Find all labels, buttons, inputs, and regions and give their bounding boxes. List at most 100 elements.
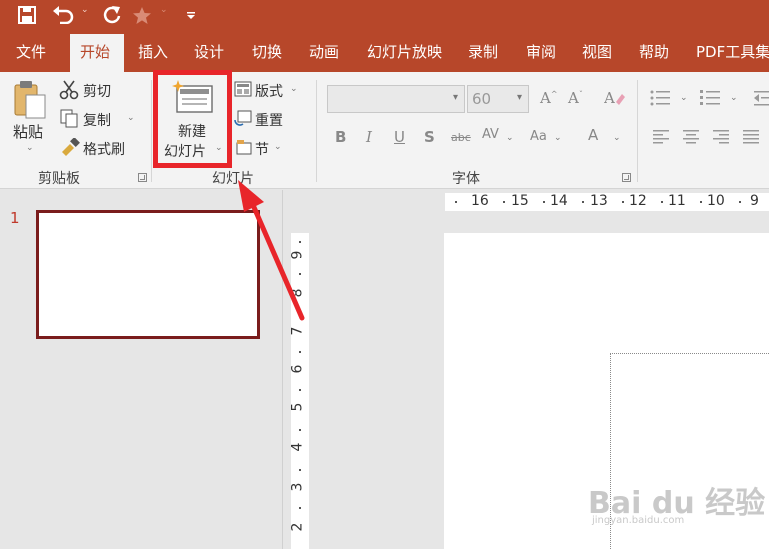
save-button[interactable] bbox=[14, 0, 40, 30]
cut-icon[interactable] bbox=[59, 80, 79, 104]
tab-insert[interactable]: 插入 bbox=[128, 34, 178, 72]
tab-record[interactable]: 录制 bbox=[458, 34, 508, 72]
watermark: Bai du 经验 jingyan.baidu.com bbox=[588, 478, 765, 526]
copy-button[interactable]: 复制 bbox=[83, 110, 111, 130]
customize-qat-icon bbox=[187, 12, 195, 19]
font-color-dropdown-icon[interactable]: ⌄ bbox=[613, 133, 621, 143]
font-name-dropdown-icon[interactable]: ▾ bbox=[453, 92, 458, 103]
cut-button[interactable]: 剪切 bbox=[83, 81, 111, 101]
tab-transitions[interactable]: 切换 bbox=[242, 34, 292, 72]
horizontal-ruler: 16 15 14 13 12 11 10 9 bbox=[445, 193, 769, 211]
strikethrough-icon[interactable]: abc bbox=[451, 131, 471, 144]
layout-icon[interactable] bbox=[234, 81, 252, 101]
character-spacing-dropdown-icon[interactable]: ⌄ bbox=[506, 133, 514, 143]
undo-button[interactable] bbox=[50, 0, 76, 30]
redo-button[interactable] bbox=[99, 0, 125, 30]
customize-qat-button[interactable] bbox=[183, 0, 199, 30]
ruler-label: 6 bbox=[291, 364, 306, 374]
watermark-url: jingyan.baidu.com bbox=[592, 515, 685, 526]
section-icon[interactable] bbox=[236, 139, 252, 159]
tab-home[interactable]: 开始 bbox=[70, 34, 124, 72]
tab-review[interactable]: 审阅 bbox=[516, 34, 566, 72]
redo-icon bbox=[103, 6, 121, 24]
justify-icon[interactable] bbox=[743, 130, 759, 148]
slides-group-label: 幻灯片 bbox=[212, 171, 254, 187]
tab-help[interactable]: 帮助 bbox=[629, 34, 679, 72]
numbering-dropdown-icon[interactable]: ⌄ bbox=[730, 93, 738, 103]
star-dropdown-icon[interactable]: ⌄ bbox=[160, 5, 168, 15]
group-separator bbox=[151, 80, 152, 182]
layout-button[interactable]: 版式 bbox=[255, 81, 283, 101]
ruler-label: 4 bbox=[291, 442, 306, 452]
paste-button[interactable] bbox=[13, 81, 47, 123]
ruler-label: 10 bbox=[707, 193, 725, 209]
font-size-value: 60 bbox=[472, 90, 492, 108]
bullets-dropdown-icon[interactable]: ⌄ bbox=[680, 93, 688, 103]
ruler-label: 9 bbox=[291, 250, 306, 260]
ruler-label: 7 bbox=[291, 326, 306, 336]
vertical-ruler: 9 8 7 6 5 4 3 2 bbox=[291, 233, 309, 549]
italic-icon[interactable]: I bbox=[366, 128, 372, 146]
font-dialog-launcher-icon[interactable] bbox=[622, 173, 631, 182]
paste-label[interactable]: 粘贴 bbox=[13, 121, 43, 142]
tab-design[interactable]: 设计 bbox=[184, 34, 234, 72]
align-center-icon[interactable] bbox=[683, 130, 699, 148]
star-button[interactable] bbox=[130, 0, 154, 30]
copy-icon[interactable] bbox=[60, 109, 78, 132]
group-separator bbox=[637, 80, 638, 182]
font-size-combobox[interactable]: 60 ▾ bbox=[467, 85, 529, 113]
ruler-label: 14 bbox=[550, 193, 568, 209]
font-name-combobox[interactable]: ▾ bbox=[327, 85, 465, 113]
clipboard-dialog-launcher-icon[interactable] bbox=[138, 173, 147, 182]
group-separator bbox=[316, 80, 317, 182]
decrease-font-size-icon[interactable]: Aˇ bbox=[568, 89, 583, 107]
tab-pdf-tools[interactable]: PDF工具集 bbox=[686, 34, 769, 72]
ruler-label: 16 bbox=[471, 193, 489, 209]
numbering-icon[interactable] bbox=[700, 89, 722, 111]
slide-thumbnail[interactable] bbox=[36, 210, 260, 339]
ruler-label: 2 bbox=[291, 522, 306, 532]
section-dropdown-icon[interactable]: ⌄ bbox=[274, 142, 282, 152]
change-case-dropdown-icon[interactable]: ⌄ bbox=[554, 133, 562, 143]
text-shadow-icon[interactable]: S bbox=[424, 128, 435, 146]
reset-icon[interactable] bbox=[234, 110, 252, 130]
star-icon bbox=[133, 6, 151, 24]
undo-dropdown-icon[interactable]: ⌄ bbox=[81, 5, 89, 15]
undo-icon bbox=[53, 6, 74, 24]
format-painter-icon[interactable] bbox=[60, 137, 80, 160]
svg-text:A: A bbox=[604, 89, 615, 107]
ruler-label: 12 bbox=[629, 193, 647, 209]
clear-formatting-icon[interactable]: A bbox=[603, 89, 626, 111]
tab-file[interactable]: 文件 bbox=[6, 34, 56, 72]
reset-button[interactable]: 重置 bbox=[255, 110, 283, 130]
font-color-icon[interactable]: A bbox=[588, 126, 598, 144]
section-button[interactable]: 节 bbox=[255, 139, 269, 159]
copy-dropdown-icon[interactable]: ⌄ bbox=[127, 113, 135, 123]
ruler-label: 3 bbox=[291, 482, 306, 492]
font-group-label: 字体 bbox=[452, 171, 480, 187]
font-size-dropdown-icon[interactable]: ▾ bbox=[517, 92, 522, 103]
paste-dropdown-icon[interactable]: ⌄ bbox=[26, 143, 34, 153]
format-painter-button[interactable]: 格式刷 bbox=[83, 139, 125, 159]
clipboard-group-label: 剪贴板 bbox=[38, 171, 80, 187]
decrease-indent-icon[interactable] bbox=[754, 90, 769, 110]
ruler-label: 15 bbox=[511, 193, 529, 209]
ruler-label: 13 bbox=[590, 193, 608, 209]
highlight-box bbox=[153, 70, 232, 168]
underline-icon[interactable]: U bbox=[394, 128, 405, 146]
ruler-label: 8 bbox=[291, 288, 306, 298]
bold-icon[interactable]: B bbox=[335, 128, 346, 146]
align-left-icon[interactable] bbox=[653, 130, 669, 148]
bullets-icon[interactable] bbox=[650, 89, 672, 111]
ruler-label: 9 bbox=[750, 193, 759, 209]
change-case-icon[interactable]: Aa bbox=[530, 129, 547, 144]
clipboard-paste-icon bbox=[14, 81, 46, 119]
align-right-icon[interactable] bbox=[713, 130, 729, 148]
tab-slide-show[interactable]: 幻灯片放映 bbox=[357, 34, 452, 72]
increase-font-size-icon[interactable]: A^ bbox=[540, 89, 558, 107]
tab-view[interactable]: 视图 bbox=[572, 34, 622, 72]
layout-dropdown-icon[interactable]: ⌄ bbox=[290, 84, 298, 94]
slide-number: 1 bbox=[10, 209, 20, 227]
tab-animations[interactable]: 动画 bbox=[299, 34, 349, 72]
character-spacing-icon[interactable]: AV bbox=[482, 127, 499, 142]
